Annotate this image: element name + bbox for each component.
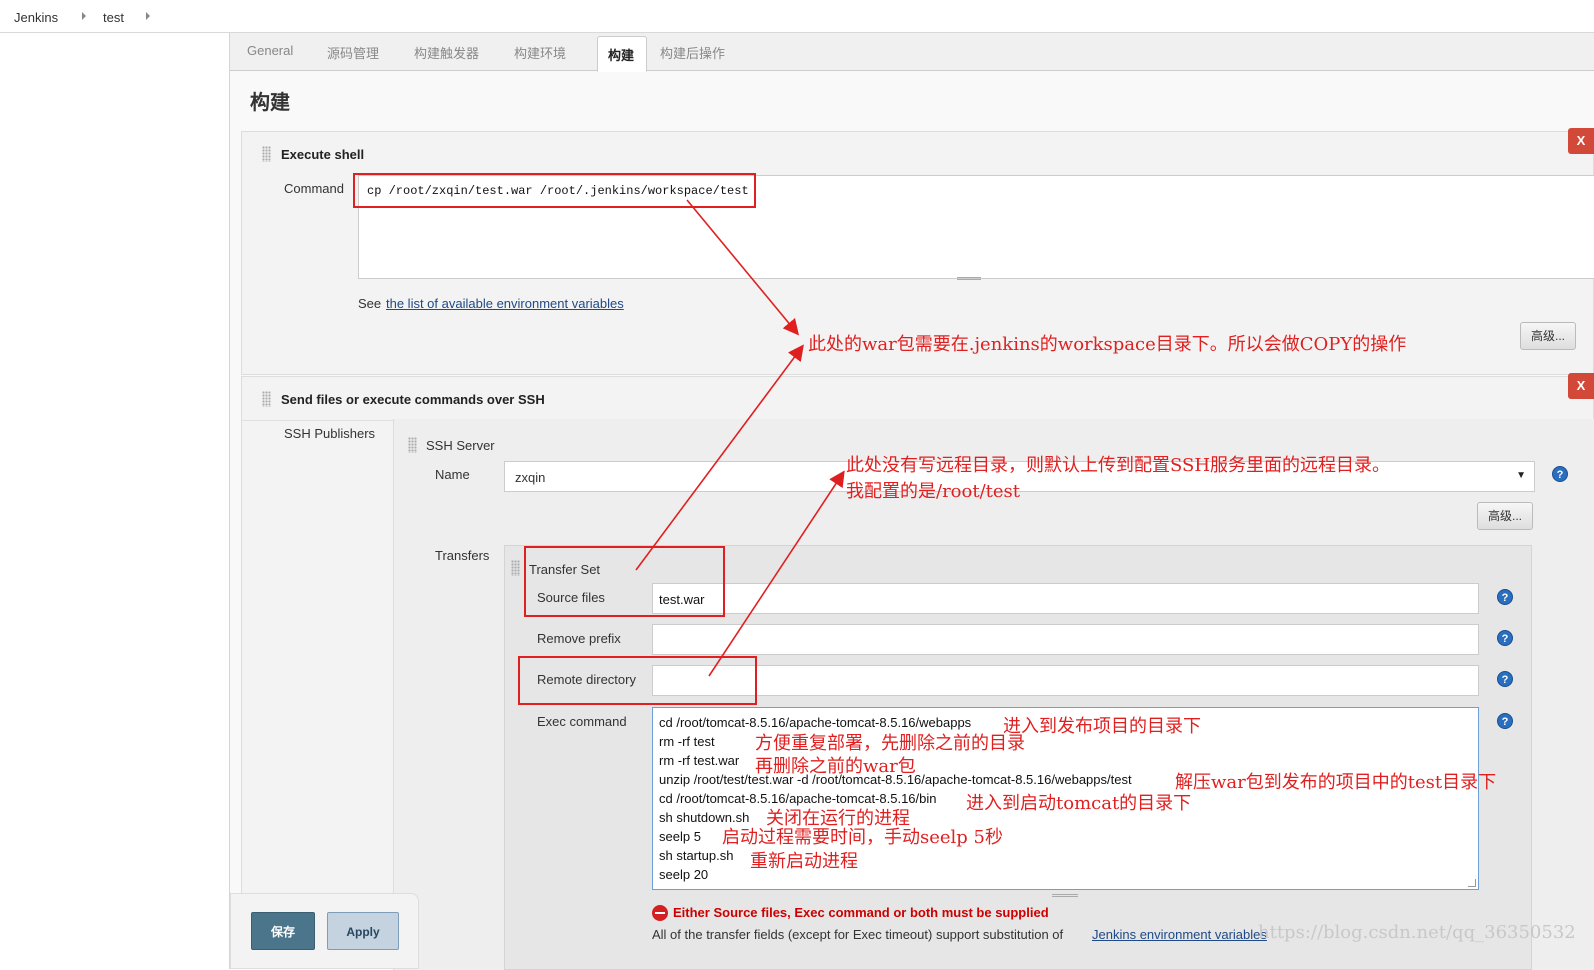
annotation-exec-note: 进入到启动tomcat的目录下 xyxy=(966,793,1192,814)
annotation-war-note: 此处的war包需要在.jenkins的workspace目录下。所以会做COPY… xyxy=(808,334,1407,355)
annotation-exec-note: 进入到发布项目的目录下 xyxy=(1003,716,1201,737)
arrow-source-files xyxy=(635,344,804,571)
annotation-remote-note-2: 我配置的是/root/test xyxy=(846,481,1020,502)
annotation-exec-note: 再删除之前的war包 xyxy=(755,756,916,777)
annotation-exec-note: 重新启动进程 xyxy=(750,851,858,872)
annotation-exec-note: 解压war包到发布的项目中的test目录下 xyxy=(1175,772,1497,793)
arrow-remote-directory xyxy=(708,470,845,677)
arrow-command xyxy=(686,199,800,336)
watermark: https://blog.csdn.net/qq_36350532 xyxy=(1258,922,1576,943)
annotation-remote-note-1: 此处没有写远程目录，则默认上传到配置SSH服务里面的远程目录。 xyxy=(846,455,1391,476)
annotation-exec-note: 启动过程需要时间，手动seelp 5秒 xyxy=(722,827,1003,848)
